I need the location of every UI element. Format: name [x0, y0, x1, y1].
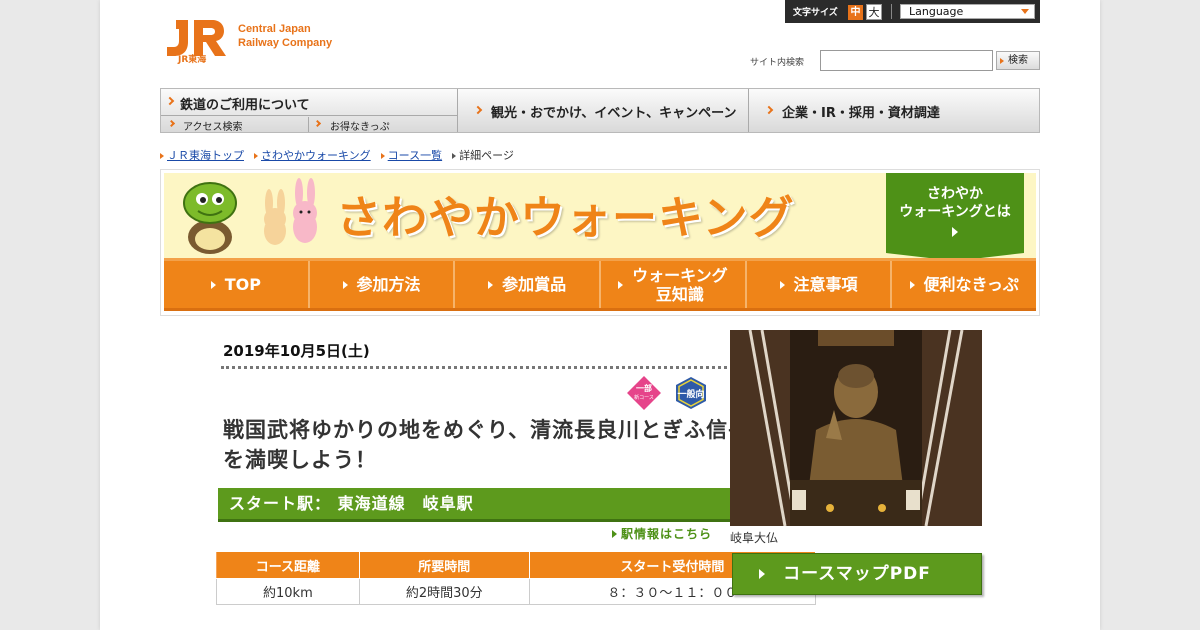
global-nav: 鉄道のご利用について アクセス検索 お得なきっぷ 観光・おでかけ、イベント、キャ… [160, 88, 1040, 133]
subnav-precautions[interactable]: 注意事項 [747, 261, 893, 308]
photo-caption: 岐阜大仏 [730, 531, 779, 545]
subnav-how-to-join[interactable]: 参加方法 [310, 261, 456, 308]
arrow-right-icon [909, 280, 915, 289]
chevron-right-icon [764, 105, 774, 115]
logo-sub: JR東海 [177, 53, 206, 65]
start-station-label: スタート駅： 東海道線 岐阜駅 [229, 494, 474, 513]
event-title: 戦国武将ゆかりの地をめぐり、清流長良川とぎふ信長まつりを満喫しよう！ [223, 418, 817, 472]
arrow-right-icon [759, 569, 765, 579]
about-walking-button[interactable]: さわやか ウォーキングとは [886, 173, 1024, 258]
font-size-label: 文字サイズ [793, 8, 838, 18]
nav-value-tickets-label: お得なきっぷ [330, 122, 390, 133]
header-distance: コース距離 [216, 551, 360, 579]
subnav-top-label: TOP [224, 275, 261, 294]
nav-tourism[interactable]: 観光・おでかけ、イベント、キャンペーン [458, 89, 748, 132]
company-name: Central Japan Railway Company [238, 22, 332, 50]
divider [221, 366, 811, 369]
subnav-tickets-label: 便利なきっぷ [923, 275, 1019, 294]
utility-bar: 文字サイズ 中 大 Language [785, 0, 1040, 23]
arrow-right-icon [952, 227, 958, 237]
subnav-walking-tips-label-1: ウォーキング [632, 265, 728, 285]
breadcrumb-arrow-icon [160, 153, 164, 159]
chevron-right-icon [473, 105, 483, 115]
about-line-1: さわやか [927, 186, 983, 202]
partial-new-course-badge: 一部 新コース [627, 376, 661, 410]
language-select[interactable]: Language [900, 4, 1035, 19]
subnav-prizes[interactable]: 参加賞品 [455, 261, 602, 308]
cell-duration: 約2時間30分 [358, 578, 530, 605]
breadcrumb-arrow-icon [380, 153, 385, 159]
event-date: 2019年10月5日(土) [223, 342, 370, 360]
station-info-link-label: 駅情報はこちら [621, 527, 713, 541]
search-button[interactable]: 検索 [996, 51, 1040, 70]
arrow-right-icon [488, 280, 494, 289]
chevron-right-icon [167, 119, 176, 128]
start-station-bar: スタート駅： 東海道線 岐阜駅 [218, 488, 818, 522]
table-row: 約10km 約2時間30分 ８：３０～１１：００ [216, 578, 817, 605]
breadcrumb-current: 詳細ページ [459, 149, 514, 162]
breadcrumb-walking-link[interactable]: さわやかウォーキング [261, 149, 371, 162]
walking-subnav: TOP 参加方法 参加賞品 ウォーキング 豆知識 注意事項 便利なきっぷ [164, 258, 1036, 311]
gifu-daibutsu-photo [730, 330, 982, 526]
badge-general-text: 一般向 [677, 388, 704, 400]
subnav-prizes-label: 参加賞品 [502, 275, 567, 294]
station-info-link[interactable]: 駅情報はこちら [612, 525, 712, 542]
search-input[interactable] [820, 50, 993, 71]
course-info-table: コース距離 所要時間 スタート受付時間 約10km 約2時間30分 ８：３０～１… [216, 551, 817, 605]
nav-tourism-label: 観光・おでかけ、イベント、キャンペーン [491, 106, 737, 121]
arrow-right-icon [779, 280, 785, 289]
subnav-walking-tips[interactable]: ウォーキング 豆知識 [601, 261, 747, 308]
table-header-row: コース距離 所要時間 スタート受付時間 [216, 551, 817, 579]
breadcrumb-arrow-icon [254, 153, 258, 159]
general-level-badge: 一般向 [676, 377, 706, 409]
course-map-pdf-button[interactable]: コースマップPDF [732, 553, 982, 595]
company-line-1: Central Japan [238, 23, 311, 35]
font-size-large-button[interactable]: 大 [866, 4, 882, 20]
subnav-how-to-join-label: 参加方法 [356, 275, 421, 294]
banner-title: さわやかウォーキング [336, 191, 795, 244]
arrow-right-icon [210, 280, 216, 289]
arrow-right-icon [612, 530, 617, 538]
badge-partial-text-2: 新コース [634, 394, 654, 401]
breadcrumb-course-list-link[interactable]: コース一覧 [388, 149, 442, 162]
search-label: サイト内検索 [750, 58, 805, 68]
subnav-tickets[interactable]: 便利なきっぷ [892, 261, 1036, 308]
chevron-right-icon [165, 96, 175, 106]
font-size-medium-button[interactable]: 中 [848, 5, 863, 20]
about-line-2: ウォーキングとは [899, 204, 1011, 220]
subnav-precautions-label: 注意事項 [793, 275, 858, 294]
breadcrumb-arrow-icon [452, 153, 457, 159]
course-map-pdf-label: コースマップPDF [783, 564, 931, 584]
company-line-2: Railway Company [238, 37, 333, 49]
breadcrumb-top-link[interactable]: ＪＲ東海トップ [167, 149, 244, 162]
language-label: Language [909, 5, 964, 18]
arrow-right-icon [342, 280, 348, 289]
header-duration: 所要時間 [358, 551, 530, 579]
nav-access-search[interactable]: アクセス検索 [161, 117, 308, 133]
nav-value-tickets[interactable]: お得なきっぷ [309, 117, 457, 133]
subnav-top[interactable]: TOP [164, 261, 310, 308]
dropdown-arrow-icon [1021, 9, 1029, 14]
arrow-right-icon [618, 280, 624, 289]
chevron-right-icon [313, 119, 322, 128]
nav-railway-use[interactable]: 鉄道のご利用について [161, 89, 457, 116]
nav-corporate[interactable]: 企業・IR・採用・資材調達 [749, 89, 1039, 132]
subnav-walking-tips-label-2: 豆知識 [655, 284, 704, 304]
divider [891, 4, 892, 19]
nav-access-search-label: アクセス検索 [183, 122, 243, 133]
nav-corporate-label: 企業・IR・採用・資材調達 [782, 106, 940, 121]
nav-railway-use-label: 鉄道のご利用について [180, 98, 310, 113]
breadcrumb: ＪＲ東海トップ さわやかウォーキング コース一覧 詳細ページ [160, 147, 514, 163]
mascot-characters-image [183, 178, 317, 254]
cell-distance: 約10km [216, 578, 360, 605]
badge-partial-text-1: 一部 [636, 383, 652, 393]
walking-banner: さわやかウォーキング さわやか ウォーキングとは [164, 173, 1036, 258]
